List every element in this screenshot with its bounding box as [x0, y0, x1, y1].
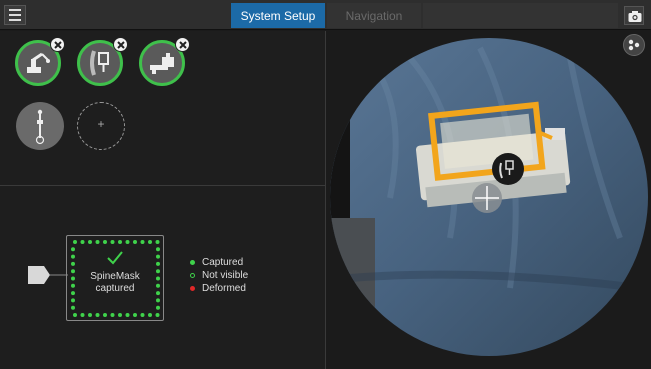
- capture-dot: [118, 313, 122, 317]
- capture-dot: [71, 261, 75, 266]
- hamburger-menu-icon[interactable]: [4, 5, 26, 25]
- add-slot-icon: +: [97, 117, 105, 131]
- capture-dot: [156, 261, 160, 266]
- remove-spine-tracker-close-icon[interactable]: [113, 37, 128, 52]
- capture-dot: [155, 240, 160, 244]
- capture-dot: [95, 313, 100, 317]
- capture-dot: [88, 313, 92, 317]
- capture-dot: [71, 305, 75, 310]
- spinemask-status-line2: captured: [95, 283, 135, 294]
- legend-dot-deformed: [190, 286, 195, 291]
- pointer-probe-icon[interactable]: [16, 102, 64, 150]
- capture-dot: [71, 298, 75, 303]
- capture-dot: [88, 240, 92, 244]
- capture-dot: [110, 313, 115, 317]
- checkmark-icon: [107, 251, 123, 265]
- capture-dot: [110, 240, 115, 244]
- capture-dot: [125, 240, 130, 244]
- tab-bar-filler: [423, 3, 618, 28]
- remove-bed-clamp-close-icon[interactable]: [175, 37, 190, 52]
- horizontal-divider: [0, 185, 325, 186]
- spinemask-status: SpineMask captured: [66, 271, 164, 295]
- capture-dot: [133, 240, 137, 244]
- capture-dot: [125, 313, 130, 317]
- capture-dot: [133, 313, 137, 317]
- capture-dot: [80, 240, 85, 244]
- legend-dot-not-visible: [190, 273, 195, 278]
- capture-dot: [103, 313, 107, 317]
- capture-dot: [156, 298, 160, 303]
- tab-system-setup[interactable]: System Setup: [231, 3, 325, 28]
- capture-dot: [95, 240, 100, 244]
- capture-dot: [156, 305, 160, 310]
- capture-dot: [148, 240, 152, 244]
- legend-dot-captured: [190, 260, 195, 265]
- view-toggle-icon[interactable]: [623, 34, 645, 56]
- capture-dot: [73, 240, 77, 244]
- tab-navigation[interactable]: Navigation: [327, 3, 421, 28]
- add-tool-slot[interactable]: +: [77, 102, 125, 150]
- capture-dot: [118, 240, 122, 244]
- vertical-divider: [325, 31, 326, 369]
- top-bar: System Setup Navigation: [0, 0, 651, 30]
- capture-dot: [156, 254, 160, 259]
- capture-dot: [71, 254, 75, 259]
- legend-deformed: Deformed: [190, 283, 246, 294]
- capture-dot: [71, 247, 75, 252]
- legend-captured: Captured: [190, 257, 243, 268]
- capture-dot: [148, 313, 152, 317]
- camera-icon[interactable]: [624, 6, 644, 25]
- remove-robot-arm-close-icon[interactable]: [50, 37, 65, 52]
- capture-dot: [140, 313, 145, 317]
- camera-view[interactable]: [330, 38, 648, 356]
- spinemask-status-line1: SpineMask: [90, 271, 140, 282]
- spinemask-connector-icon: [28, 266, 68, 284]
- capture-dot: [140, 240, 145, 244]
- capture-dot: [80, 313, 85, 317]
- capture-dot: [103, 240, 107, 244]
- capture-dot: [73, 313, 77, 317]
- legend-not-visible: Not visible: [190, 270, 248, 281]
- capture-dot: [155, 313, 160, 317]
- capture-dot: [156, 247, 160, 252]
